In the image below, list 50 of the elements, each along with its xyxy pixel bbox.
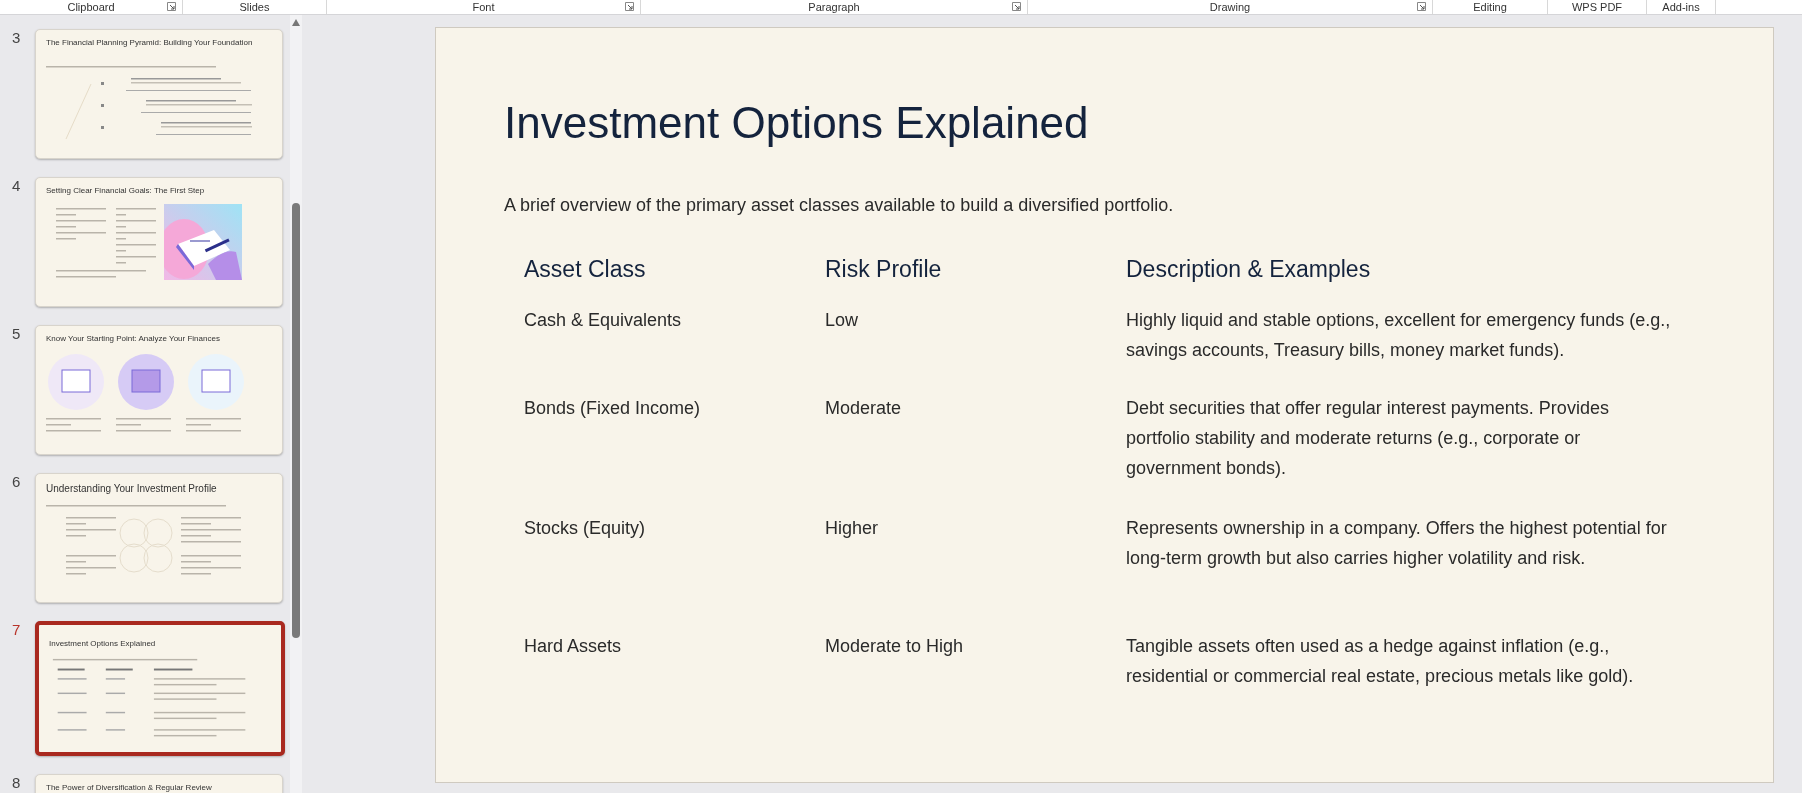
scroll-up-icon[interactable]	[292, 19, 300, 26]
column-header: Asset Class	[524, 256, 647, 284]
thumbnail-title: Understanding Your Investment Profile	[46, 482, 218, 495]
table-cell: Bonds (Fixed Income)	[524, 398, 701, 418]
dialog-launcher-icon[interactable]	[167, 2, 176, 11]
slide-number: 4	[11, 177, 22, 194]
slide-thumbnail[interactable]: Understanding Your Investment Profile	[35, 473, 283, 603]
table-cell: Cash & Equivalents	[524, 310, 682, 330]
slide-number: 7	[11, 621, 22, 638]
table-cell: Moderate	[825, 398, 902, 418]
table-cell: Tangible assets often used as a hedge against inflation (e.g., residential or commercial real estate, precious metals like gold).	[1126, 636, 1634, 686]
table-cell: Debt securities that offer regular interest payments. Provides portfolio stability and moderate returns (e.g., corporate or government bonds).	[1126, 398, 1609, 478]
thumbnail-title: The Financial Planning Pyramid: Building Your Foundation	[46, 38, 254, 49]
slide-title: Investment Options Explained	[504, 98, 1090, 148]
ribbon-group-label: Editing	[1473, 1, 1507, 13]
ribbon-group-label: Clipboard	[67, 1, 115, 13]
slide-thumbnail[interactable]: Setting Clear Financial Goals: The First Step	[35, 177, 283, 307]
table-cell: Stocks (Equity)	[524, 518, 646, 538]
table-cell: Hard Assets	[524, 636, 622, 656]
scroll-thumb[interactable]	[292, 203, 300, 638]
slide-thumbnail[interactable]: The Power of Diversification & Regular Review	[35, 774, 283, 793]
ribbon-group-label: Drawing	[1209, 1, 1251, 13]
slide-number: 3	[11, 29, 22, 46]
slide-number: 5	[11, 325, 22, 342]
thumbnail-title: Know Your Starting Point: Analyze Your Finances	[46, 334, 221, 345]
thumbnail-title: The Power of Diversification & Regular Review	[46, 783, 213, 793]
dialog-launcher-icon[interactable]	[1417, 2, 1426, 11]
table-cell: Represents ownership in a company. Offers the highest potential for long-term growth but also carries higher volatility and risk.	[1126, 518, 1667, 568]
table-cell: Low	[825, 310, 859, 330]
slide-subtitle: A brief overview of the primary asset classes available to build a diversified portfolio.	[504, 195, 1175, 216]
column-header: Risk Profile	[825, 256, 943, 284]
column-header: Description & Examples	[1126, 256, 1372, 284]
slide-thumbnail[interactable]: Investment Options Explained	[35, 621, 285, 756]
slide-number: 8	[11, 774, 22, 791]
table-cell: Highly liquid and stable options, excellent for emergency funds (e.g., savings accounts, Treasury bills, money market funds).	[1126, 310, 1671, 360]
ribbon-group-label: Add-ins	[1662, 1, 1700, 13]
slide-number: 6	[11, 473, 22, 490]
thumbnail-title: Setting Clear Financial Goals: The First Step	[46, 186, 206, 197]
table-cell: Moderate to High	[825, 636, 964, 656]
dialog-launcher-icon[interactable]	[625, 2, 634, 11]
dialog-launcher-icon[interactable]	[1012, 2, 1021, 11]
slide-thumbnail[interactable]: The Financial Planning Pyramid: Building Your Foundation	[35, 29, 283, 159]
thumbnail-title: Investment Options Explained	[49, 639, 157, 650]
table-cell: Higher	[825, 518, 879, 538]
slide-thumbnail[interactable]: Know Your Starting Point: Analyze Your Finances	[35, 325, 283, 455]
ribbon-group-label: Slides	[239, 1, 270, 13]
ribbon-group-label: Font	[472, 1, 495, 13]
scrollbar[interactable]	[290, 15, 302, 793]
ribbon-group-label: WPS PDF	[1571, 1, 1623, 13]
ribbon-group-label: Paragraph	[808, 1, 860, 13]
